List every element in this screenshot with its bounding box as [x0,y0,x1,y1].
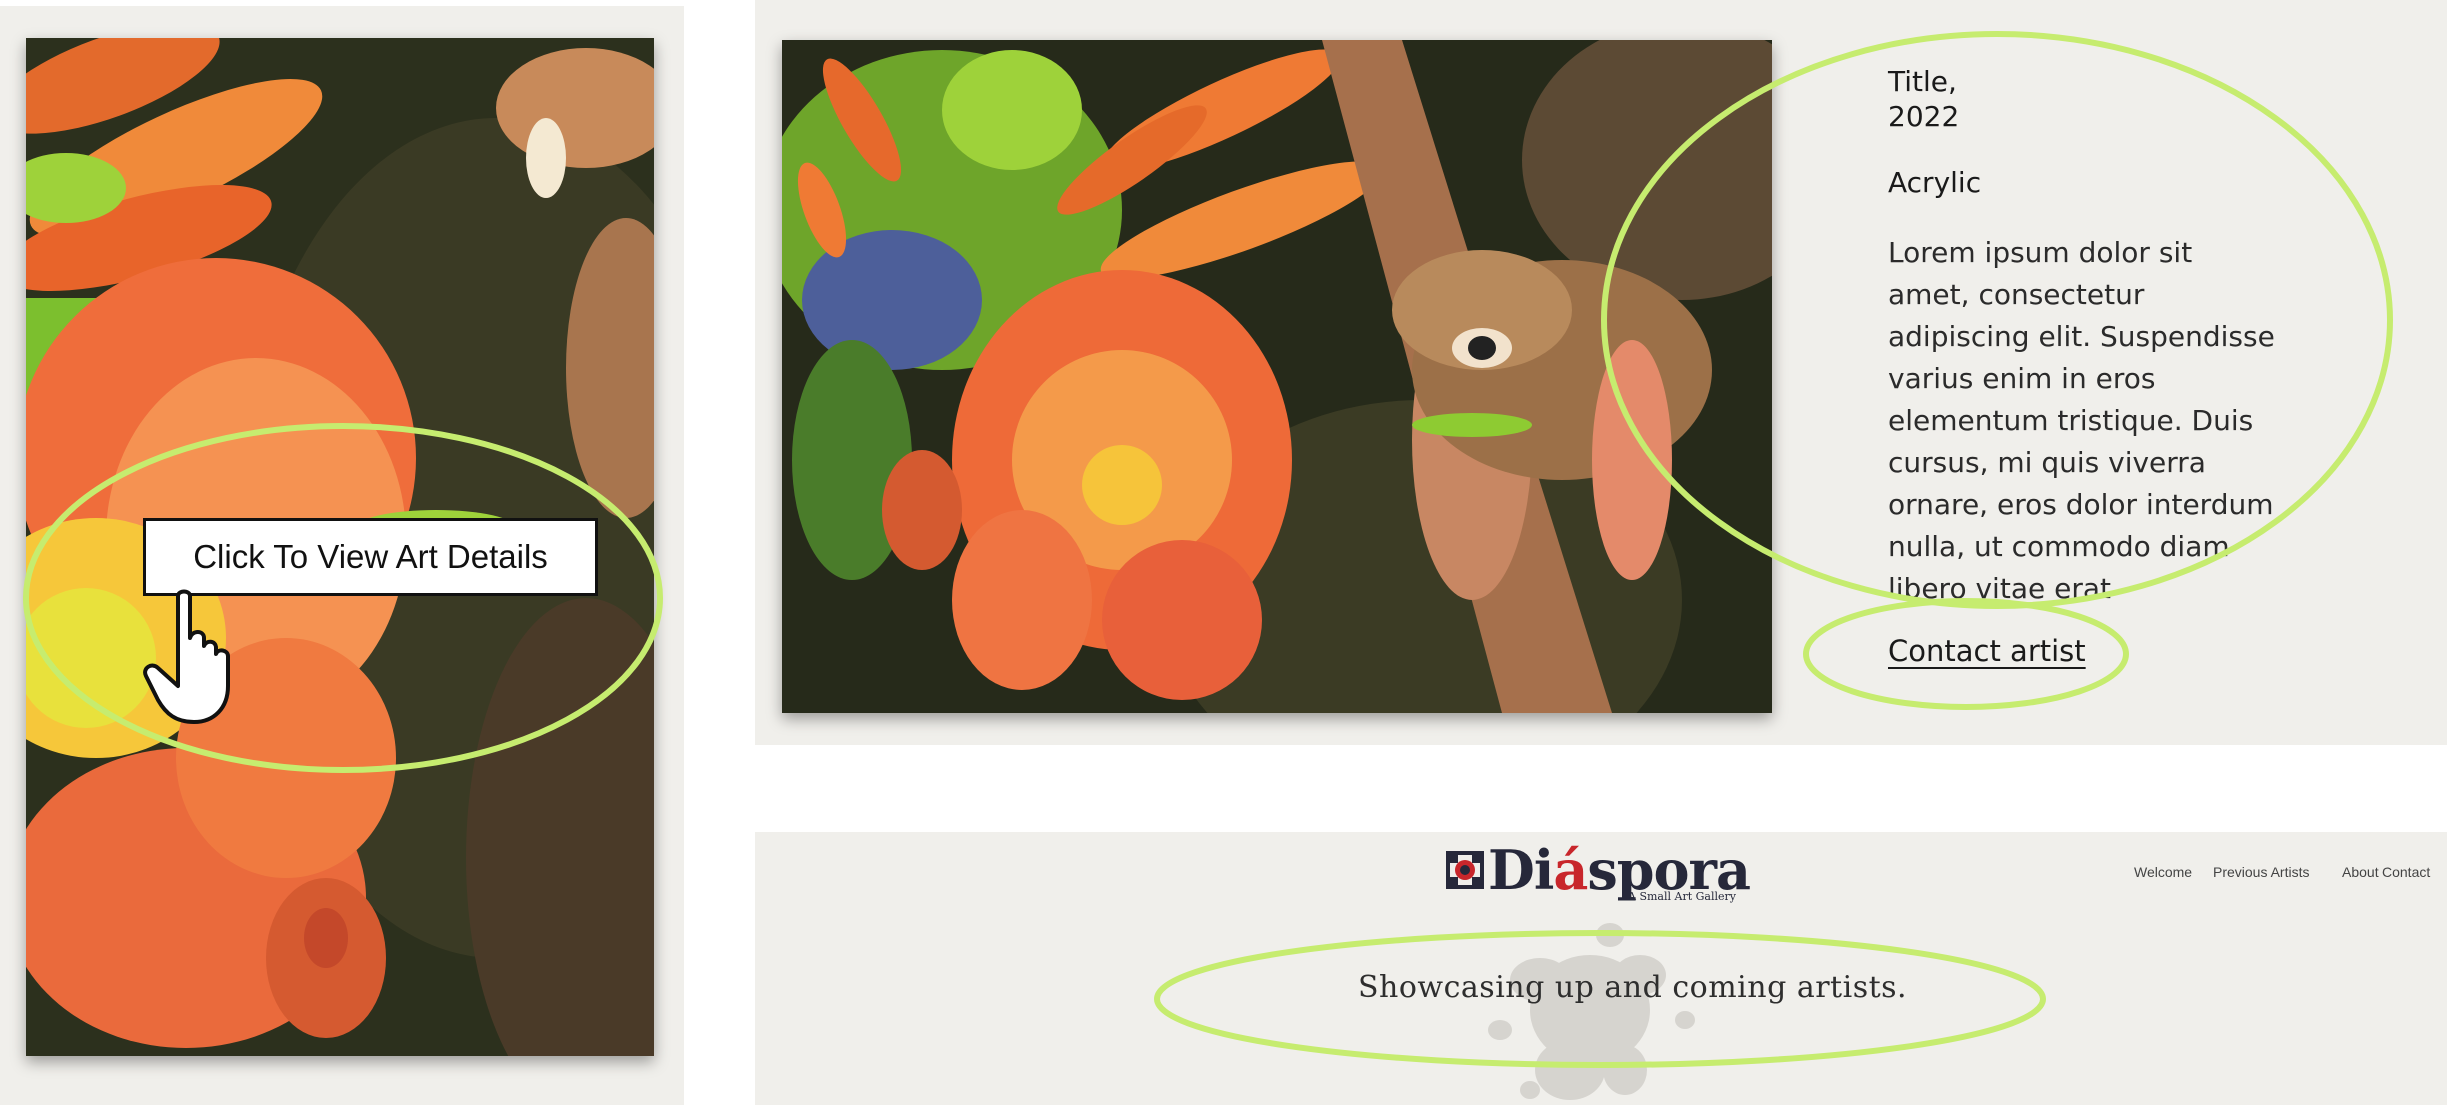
artwork-full-image-painting [782,40,1772,713]
nav-contact[interactable]: Contact [2382,864,2430,880]
artwork-title: Title, 2022 [1888,65,1960,133]
nav-previous-artists[interactable]: Previous Artists [2213,864,2309,880]
nav-welcome[interactable]: Welcome [2134,864,2192,880]
diaspora-emblem-icon [1446,851,1484,889]
artwork-medium: Acrylic [1888,166,1982,199]
artwork-description: Lorem ipsum dolor sit amet, consectetur … [1888,236,2275,605]
logo-text-accent: á [1553,838,1588,902]
view-art-details-callout[interactable]: Click To View Art Details [143,518,598,596]
ink-splash-icon [1488,923,1695,1100]
artwork-full-image [782,40,1772,713]
site-tagline: Showcasing up and coming artists. [1358,970,1908,1005]
logo-text-prefix: Di [1488,838,1554,902]
nav-about[interactable]: About [2342,864,2379,880]
logo-subtitle: A Small Art Gallery [1628,890,1736,903]
contact-artist-link[interactable]: Contact artist [1888,634,2086,668]
